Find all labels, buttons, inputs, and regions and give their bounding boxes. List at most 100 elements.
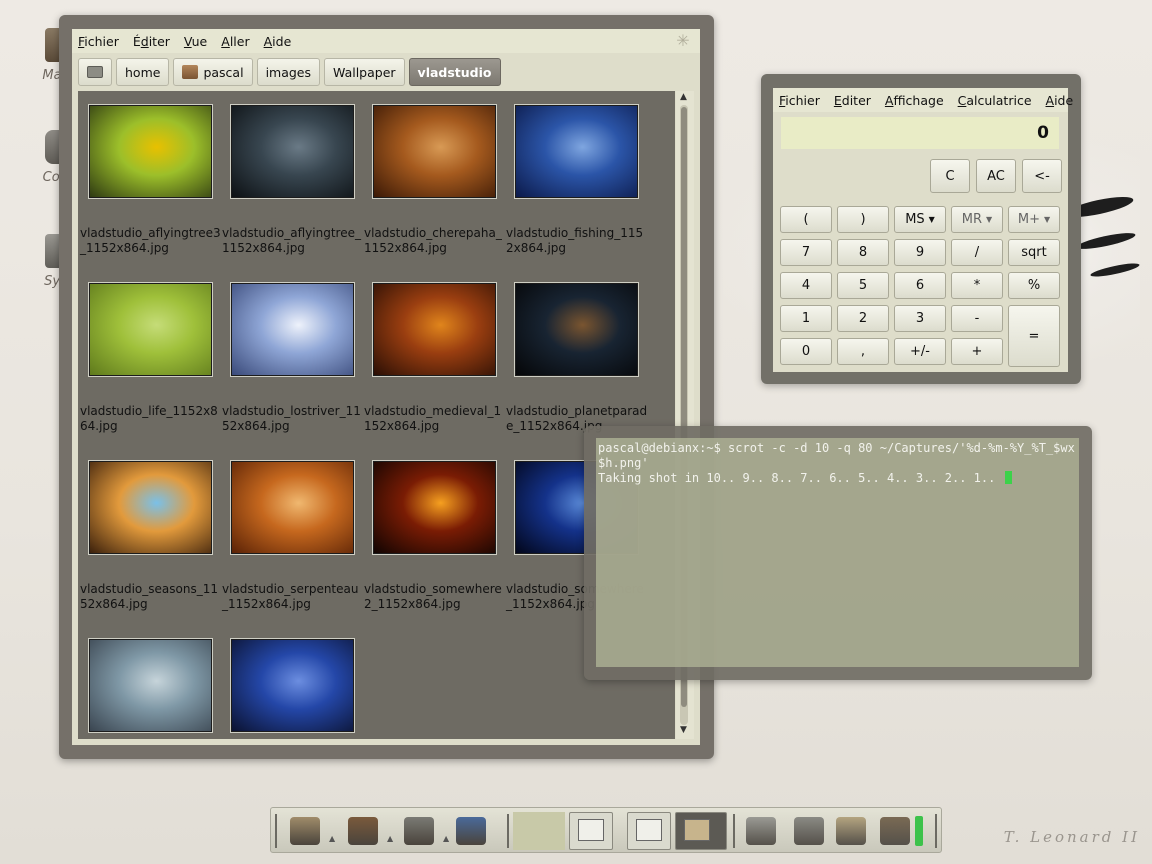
calc-button[interactable]: 3 xyxy=(894,305,946,332)
file-manager-window-icon xyxy=(684,819,710,841)
calc-button[interactable]: + xyxy=(951,338,1003,365)
dock-launcher[interactable] xyxy=(451,813,491,849)
file-thumbnail[interactable] xyxy=(89,461,212,554)
calc-button[interactable]: ( xyxy=(780,206,832,233)
calc-button[interactable]: * xyxy=(951,272,1003,299)
tray-item[interactable] xyxy=(831,813,871,849)
calc-button[interactable]: <- xyxy=(1022,159,1062,193)
calc-button[interactable]: sqrt xyxy=(1008,239,1060,266)
file-thumbnail[interactable] xyxy=(231,283,354,376)
breadcrumb-wallpaper[interactable]: Wallpaper xyxy=(324,58,405,86)
calc-button-label: MR xyxy=(961,212,983,227)
calc-menu-affichage[interactable]: Affichage xyxy=(885,93,944,108)
file-thumbnail[interactable] xyxy=(89,105,212,198)
file-item[interactable]: vladstudio_serpenteau_1152x864.jpg xyxy=(222,461,364,612)
calc-button[interactable]: 6 xyxy=(894,272,946,299)
dock-launcher[interactable] xyxy=(285,813,325,849)
terminal-window[interactable]: pascal@debianx:~$ scrot -c -d 10 -q 80 ~… xyxy=(584,426,1092,680)
file-item[interactable] xyxy=(222,639,364,739)
calc-menu-calculatrice[interactable]: Calculatrice xyxy=(958,93,1032,108)
calc-button[interactable]: % xyxy=(1008,272,1060,299)
workspace-switcher[interactable] xyxy=(513,812,565,850)
dropdown-arrow-icon[interactable]: ▲ xyxy=(387,834,393,843)
file-thumbnail[interactable] xyxy=(89,283,212,376)
dropdown-arrow-icon[interactable]: ▲ xyxy=(443,834,449,843)
breadcrumb-filesystem[interactable] xyxy=(78,58,112,86)
calc-button[interactable]: AC xyxy=(976,159,1016,193)
file-thumbnail[interactable] xyxy=(373,461,496,554)
calc-button[interactable]: MR ▼ xyxy=(951,206,1003,233)
calc-button[interactable]: 0 xyxy=(780,338,832,365)
breadcrumb-home[interactable]: home xyxy=(116,58,170,86)
dock-separator xyxy=(507,814,509,848)
calc-button[interactable]: ) xyxy=(837,206,889,233)
scroll-up-icon[interactable]: ▲ xyxy=(680,92,687,102)
calc-button[interactable]: 4 xyxy=(780,272,832,299)
file-thumbnail[interactable] xyxy=(515,283,638,376)
file-thumbnail[interactable] xyxy=(231,105,354,198)
file-thumbnail[interactable] xyxy=(231,461,354,554)
terminal-output[interactable]: pascal@debianx:~$ scrot -c -d 10 -q 80 ~… xyxy=(596,438,1079,667)
fm-menu-vue[interactable]: Vue xyxy=(184,34,207,49)
fm-menu-aide[interactable]: Aide xyxy=(264,34,292,49)
file-item[interactable]: vladstudio_medieval_1152x864.jpg xyxy=(364,283,506,434)
file-name: vladstudio_serpenteau_1152x864.jpg xyxy=(222,582,359,611)
tray-item[interactable] xyxy=(789,813,829,849)
file-thumbnail[interactable] xyxy=(89,639,212,732)
calc-button[interactable]: 8 xyxy=(837,239,889,266)
calc-button[interactable]: , xyxy=(837,338,889,365)
breadcrumb-pascal[interactable]: pascal xyxy=(173,58,253,86)
calc-button[interactable]: +/- xyxy=(894,338,946,365)
dropdown-arrow-icon[interactable]: ▲ xyxy=(329,834,335,843)
calc-button[interactable]: 1 xyxy=(780,305,832,332)
calc-button-label: 7 xyxy=(801,245,811,260)
file-item[interactable]: vladstudio_somewhere2_1152x864.jpg xyxy=(364,461,506,612)
fm-menu-aller[interactable]: Aller xyxy=(221,34,249,49)
home-folder-icon xyxy=(182,65,199,79)
tray-item[interactable] xyxy=(875,813,915,849)
dock-launcher[interactable] xyxy=(343,813,383,849)
taskbar-button[interactable] xyxy=(627,812,671,850)
file-item[interactable]: vladstudio_seasons_1152x864.jpg xyxy=(80,461,222,612)
file-item[interactable] xyxy=(80,639,222,739)
file-item[interactable]: vladstudio_lostriver_1152x864.jpg xyxy=(222,283,364,434)
fm-menu-éditer[interactable]: Éditer xyxy=(133,34,170,49)
calc-button-label: 8 xyxy=(858,245,868,260)
calc-button[interactable]: = xyxy=(1008,305,1060,367)
file-item[interactable]: vladstudio_aflyingtree3_1152x864.jpg xyxy=(80,105,222,256)
fm-menu-fichier[interactable]: Fichier xyxy=(78,34,119,49)
calc-button[interactable]: / xyxy=(951,239,1003,266)
calc-button[interactable]: 9 xyxy=(894,239,946,266)
calculator-window[interactable]: Fichier Editer Affichage Calculatrice Aide 0… xyxy=(761,74,1081,384)
file-item[interactable]: vladstudio_planetparade_1152x864.jpg xyxy=(506,283,648,434)
calc-button[interactable]: - xyxy=(951,305,1003,332)
file-cabinet-icon xyxy=(290,817,320,845)
file-thumbnail[interactable] xyxy=(373,283,496,376)
file-thumbnail[interactable] xyxy=(373,105,496,198)
dock-launcher[interactable] xyxy=(399,813,439,849)
speaker-icon xyxy=(880,817,910,845)
calc-menu-aide[interactable]: Aide xyxy=(1046,93,1074,108)
preferences-tools-icon xyxy=(794,817,824,845)
breadcrumb-vladstudio[interactable]: vladstudio xyxy=(408,58,501,86)
calc-button[interactable]: C xyxy=(930,159,970,193)
file-item[interactable]: vladstudio_cherepaha_1152x864.jpg xyxy=(364,105,506,256)
calc-menu-fichier[interactable]: Fichier xyxy=(779,93,820,108)
taskbar-button[interactable] xyxy=(569,812,613,850)
file-item[interactable]: vladstudio_fishing_1152x864.jpg xyxy=(506,105,648,256)
calc-button[interactable]: 2 xyxy=(837,305,889,332)
file-item[interactable]: vladstudio_aflyingtree_1152x864.jpg xyxy=(222,105,364,256)
tray-item[interactable] xyxy=(741,813,781,849)
calc-button[interactable]: 7 xyxy=(780,239,832,266)
calc-button[interactable]: M+ ▼ xyxy=(1008,206,1060,233)
taskbar-button[interactable] xyxy=(675,812,727,850)
calc-button-label: <- xyxy=(1034,168,1050,184)
calc-button[interactable]: 5 xyxy=(837,272,889,299)
scroll-down-icon[interactable]: ▼ xyxy=(680,725,687,735)
file-thumbnail[interactable] xyxy=(515,105,638,198)
file-thumbnail[interactable] xyxy=(231,639,354,732)
breadcrumb-images[interactable]: images xyxy=(256,58,321,86)
calc-menu-editer[interactable]: Editer xyxy=(834,93,871,108)
file-item[interactable]: vladstudio_life_1152x864.jpg xyxy=(80,283,222,434)
calc-button[interactable]: MS ▼ xyxy=(894,206,946,233)
